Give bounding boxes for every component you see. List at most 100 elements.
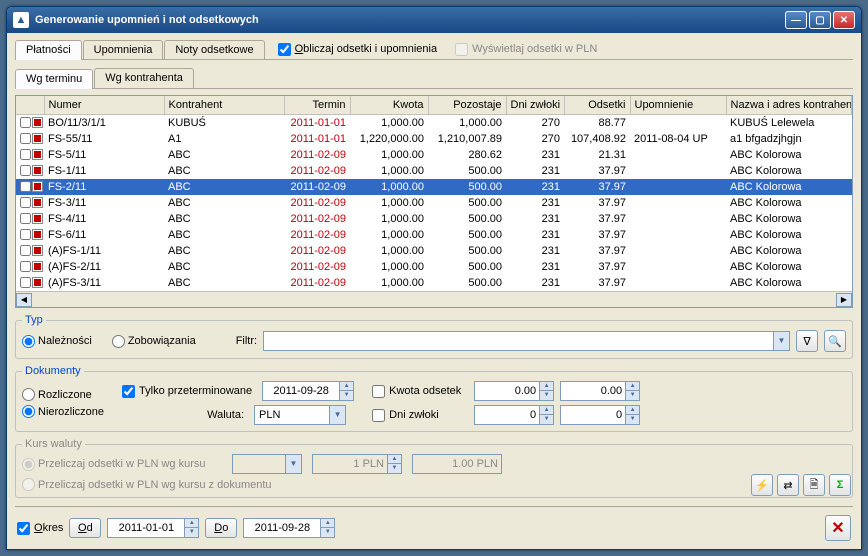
close-button[interactable]: ✕ [833,11,855,29]
cell-odsetki: 37.97 [564,275,630,291]
cell-termin: 2011-02-09 [284,147,350,163]
transfer-button[interactable]: ⇄ [777,474,799,496]
filter-funnel-button[interactable]: ∇ [796,330,818,352]
group-dokumenty: Dokumenty Rozliczone Nierozliczone Tylko… [15,365,853,432]
row-checkbox[interactable] [20,133,31,144]
cell-odsetki: 37.97 [564,163,630,179]
table-row[interactable]: FS-2/11ABC2011-02-091,000.00500.0023137.… [16,179,852,195]
doc-icon [32,133,43,144]
radio-naleznosci[interactable]: Należności [22,335,92,348]
chk-obliczaj[interactable]: Obliczaj odsetki i upomnienia [278,43,437,56]
col-kwota[interactable]: Kwota [350,96,428,114]
row-checkbox[interactable] [20,277,31,288]
table-row[interactable]: FS-1/11ABC2011-02-091,000.00500.0023137.… [16,163,852,179]
radio-rozliczone[interactable]: Rozliczone [22,388,104,401]
date-od[interactable]: 2011-01-01▲▼ [107,518,199,538]
col-termin[interactable]: Termin [284,96,350,114]
date-do[interactable]: 2011-09-28▲▼ [243,518,335,538]
tab-wg-terminu[interactable]: Wg terminu [15,69,93,89]
row-checkbox[interactable] [20,117,31,128]
chevron-down-icon[interactable]: ▼ [329,406,345,424]
table-row[interactable]: FS-5/11ABC2011-02-091,000.00280.6223121.… [16,147,852,163]
tab-platnosci[interactable]: Płatności [15,40,82,60]
table-row[interactable]: FS-3/11ABC2011-02-091,000.00500.0023137.… [16,195,852,211]
row-checkbox[interactable] [20,165,31,176]
row-checkbox[interactable] [20,197,31,208]
cell-kontrahent: ABC [164,211,284,227]
doc-icon [32,229,43,240]
row-checkbox[interactable] [20,229,31,240]
doc-icon [32,149,43,160]
cell-pozostaje: 500.00 [428,227,506,243]
data-grid[interactable]: Numer Kontrahent Termin Kwota Pozostaje … [15,95,853,308]
col-upomnienie[interactable]: Upomnienie [630,96,726,114]
col-check[interactable] [16,96,44,114]
row-checkbox[interactable] [20,149,31,160]
chevron-down-icon[interactable]: ▼ [773,332,789,350]
chk-dni-zwloki[interactable]: Dni zwłoki [372,409,468,422]
maximize-button[interactable]: ▢ [809,11,831,29]
cell-kwota: 1,000.00 [350,195,428,211]
cell-kontrahent: ABC [164,179,284,195]
table-row[interactable]: (A)FS-2/11ABC2011-02-091,000.00500.00231… [16,259,852,275]
cell-upomnienie [630,211,726,227]
col-kontrahent[interactable]: Kontrahent [164,96,284,114]
dni-from[interactable]: 0▲▼ [474,405,554,425]
cell-kwota: 1,000.00 [350,147,428,163]
radio-zobowiazania[interactable]: Zobowiązania [112,335,196,348]
doc-button[interactable]: 🗎 [803,474,825,496]
od-button[interactable]: Od [69,518,101,538]
row-checkbox[interactable] [20,261,31,272]
cell-odsetki: 107,408.92 [564,131,630,147]
thunder-button[interactable]: ⚡ [751,474,773,496]
cell-kontrahent: ABC [164,275,284,291]
minimize-button[interactable]: — [785,11,807,29]
cell-kwota: 1,220,000.00 [350,131,428,147]
cell-pozostaje: 500.00 [428,243,506,259]
chk-tylko-przeterm[interactable]: Tylko przeterminowane [122,385,252,398]
cell-kwota: 1,000.00 [350,259,428,275]
titlebar[interactable]: ▲ Generowanie upomnień i not odsetkowych… [7,7,861,33]
cell-nazwa: ABC Kolorowa [726,163,852,179]
radio-nierozliczone[interactable]: Nierozliczone [22,405,104,418]
tab-noty[interactable]: Noty odsetkowe [164,40,264,59]
do-button[interactable]: Do [205,518,237,538]
table-row[interactable]: FS-55/11A12011-01-011,220,000.001,210,00… [16,131,852,147]
chk-okres[interactable]: Okres [17,522,63,535]
radio-kurs-wg: Przeliczaj odsetki w PLN wg kursu [22,458,222,471]
table-row[interactable]: (A)FS-3/11ABC2011-02-091,000.00500.00231… [16,275,852,291]
col-numer[interactable]: Numer [44,96,164,114]
chk-kwota-odsetek[interactable]: Kwota odsetek [372,385,468,398]
col-odsetki[interactable]: Odsetki [564,96,630,114]
filter-combo[interactable]: ▼ [263,331,790,351]
tab-upomnienia[interactable]: Upomnienia [83,40,164,59]
row-checkbox[interactable] [20,213,31,224]
sum-button[interactable]: Σ [829,474,851,496]
table-row[interactable]: FS-6/11ABC2011-02-091,000.00500.0023137.… [16,227,852,243]
col-dni[interactable]: Dni zwłoki [506,96,564,114]
table-row[interactable]: (A)FS-1/11ABC2011-02-091,000.00500.00231… [16,243,852,259]
horizontal-scrollbar[interactable]: ◀ ▶ [16,291,852,307]
cell-dni: 231 [506,147,564,163]
row-checkbox[interactable] [20,181,31,192]
cell-termin: 2011-02-09 [284,259,350,275]
date-do-field[interactable]: 2011-09-28▲▼ [262,381,354,401]
filter-settings-button[interactable]: 🔍 [824,330,846,352]
dni-to[interactable]: 0▲▼ [560,405,640,425]
waluta-combo[interactable]: PLN▼ [254,405,346,425]
table-row[interactable]: FS-4/11ABC2011-02-091,000.00500.0023137.… [16,211,852,227]
cell-upomnienie: 2011-08-04 UP [630,131,726,147]
kwota-to[interactable]: 0.00▲▼ [560,381,640,401]
cell-kwota: 1,000.00 [350,227,428,243]
scroll-right-icon[interactable]: ▶ [836,293,852,307]
sub-tabs: Wg terminu Wg kontrahenta [15,68,853,89]
kwota-from[interactable]: 0.00▲▼ [474,381,554,401]
col-pozostaje[interactable]: Pozostaje [428,96,506,114]
col-nazwa[interactable]: Nazwa i adres kontrahenta [726,96,852,114]
tab-wg-kontrahenta[interactable]: Wg kontrahenta [94,68,194,88]
dialog-close-button[interactable]: ✕ [825,515,851,541]
row-checkbox[interactable] [20,245,31,256]
scroll-left-icon[interactable]: ◀ [16,293,32,307]
table-row[interactable]: BO/11/3/1/1KUBUŚ2011-01-011,000.001,000.… [16,114,852,131]
cell-nazwa: ABC Kolorowa [726,259,852,275]
